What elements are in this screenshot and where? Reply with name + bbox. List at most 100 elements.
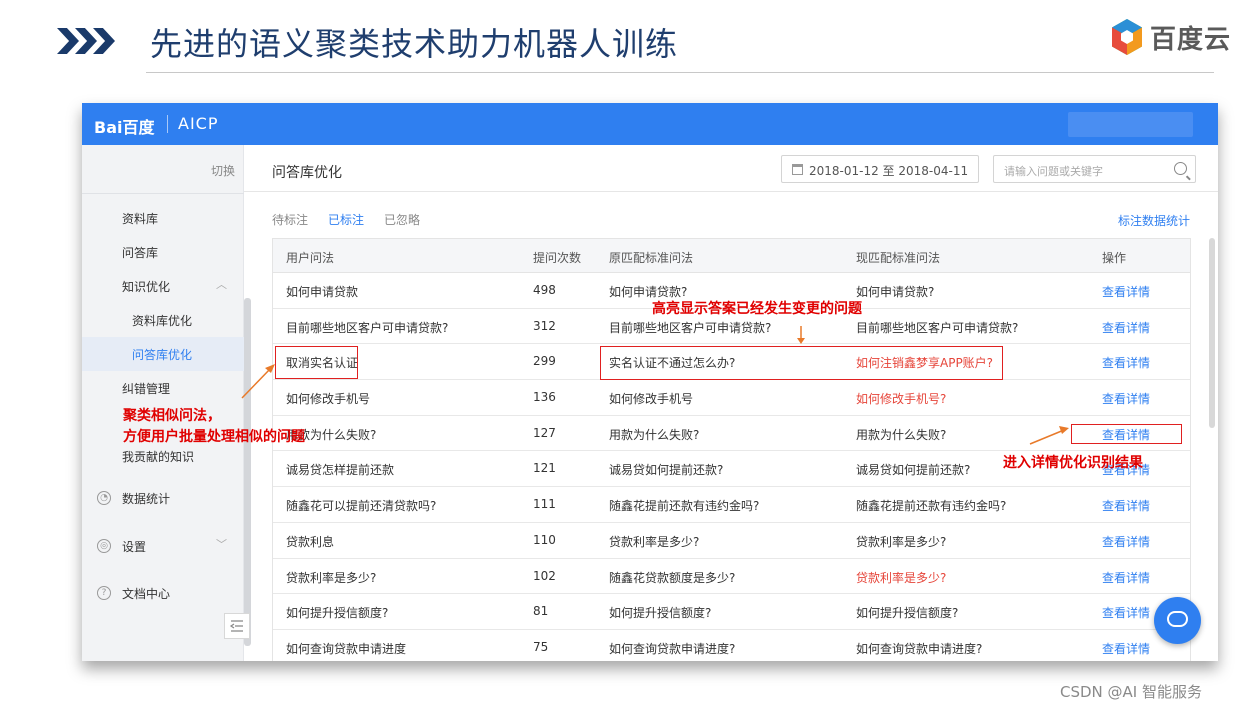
count-cell: 102	[533, 568, 556, 583]
sidebar-item-qa-optimization[interactable]: 问答库优化	[132, 346, 192, 363]
watermark: CSDN @AI 智能服务	[1060, 683, 1202, 701]
chevron-down-icon[interactable]: ﹀	[216, 536, 227, 552]
chevrons-icon	[57, 28, 115, 54]
search-placeholder: 请输入问题或关键字	[1004, 165, 1103, 178]
count-cell: 81	[533, 604, 549, 619]
current-match-cell: 如何查询贷款申请进度?	[856, 641, 983, 656]
calendar-icon	[792, 164, 803, 175]
sidebar-item-docs[interactable]: 文档中心	[122, 585, 170, 602]
current-match-cell: 用款为什么失败?	[856, 427, 947, 442]
user-question-cell: 贷款利率是多少?	[286, 570, 377, 585]
sidebar-item-knowledge-optimization[interactable]: 知识优化	[122, 278, 170, 295]
sidebar-divider	[82, 193, 244, 194]
original-match-cell: 诚易贷如何提前还款?	[609, 463, 724, 478]
stats-icon: ◔	[97, 491, 111, 505]
current-match-cell: 如何申请贷款?	[856, 285, 935, 299]
slide-title: 先进的语义聚类技术助力机器人训练	[150, 25, 679, 63]
annotation-detail-text: 进入详情优化识别结果	[1003, 455, 1143, 471]
original-match-cell: 目前哪些地区客户可申请贷款?	[609, 320, 772, 335]
annotation-box-match-change	[600, 346, 1003, 380]
table-row: 贷款利率是多少? 102 随鑫花贷款额度是多少? 贷款利率是多少? 查看详情	[273, 559, 1190, 595]
sidebar-item-settings[interactable]: 设置	[122, 538, 146, 555]
view-detail-link[interactable]: 查看详情	[1102, 604, 1150, 621]
current-match-cell: 诚易贷如何提前还款?	[856, 463, 971, 478]
table-row: 如何查询贷款申请进度 75 如何查询贷款申请进度? 如何查询贷款申请进度? 查看详情	[273, 630, 1190, 661]
table-row: 贷款利息 110 贷款利率是多少? 贷款利率是多少? 查看详情	[273, 523, 1190, 559]
sidebar-scrollbar[interactable]	[244, 298, 251, 646]
tab-pending[interactable]: 待标注	[272, 211, 308, 228]
user-question-cell: 贷款利息	[286, 534, 335, 549]
sidebar-item-materials[interactable]: 资料库	[122, 210, 158, 227]
chat-button[interactable]	[1154, 597, 1201, 644]
brand-separator	[167, 115, 168, 133]
label-stats-link[interactable]: 标注数据统计	[1118, 212, 1190, 229]
page-title: 问答库优化	[272, 165, 342, 181]
date-range-picker[interactable]: 2018-01-12 至 2018-04-11	[781, 155, 979, 183]
chat-bubble-icon	[1167, 611, 1188, 627]
user-question-cell: 如何查询贷款申请进度	[286, 641, 407, 656]
header-divider	[244, 191, 1218, 192]
switch-button[interactable]: 切换	[211, 162, 235, 179]
annotation-highlight-text: 高亮显示答案已经发生变更的问题	[652, 301, 862, 317]
view-detail-link[interactable]: 查看详情	[1102, 533, 1150, 550]
count-cell: 312	[533, 318, 556, 333]
collapse-sidebar-icon[interactable]	[224, 613, 250, 639]
search-icon[interactable]	[1174, 162, 1187, 175]
count-cell: 498	[533, 283, 556, 297]
slide: 先进的语义聚类技术助力机器人训练 百度云 Bai百度 AICP 切换 资料库 问…	[0, 0, 1248, 708]
view-detail-link[interactable]: 查看详情	[1102, 283, 1150, 300]
current-match-cell: 贷款利率是多少?	[856, 570, 947, 585]
view-detail-link[interactable]: 查看详情	[1102, 640, 1150, 657]
tab-ignored[interactable]: 已忽略	[384, 211, 420, 228]
view-detail-link[interactable]: 查看详情	[1102, 569, 1150, 586]
sidebar-item-statistics[interactable]: 数据统计	[122, 490, 170, 507]
count-cell: 299	[533, 354, 556, 369]
view-detail-link[interactable]: 查看详情	[1102, 354, 1150, 371]
tab-labeled[interactable]: 已标注	[328, 211, 364, 228]
sidebar-item-materials-optimization[interactable]: 资料库优化	[132, 312, 192, 329]
view-detail-link[interactable]: 查看详情	[1102, 319, 1150, 336]
view-detail-link[interactable]: 查看详情	[1102, 390, 1150, 407]
table-row: 如何提升授信额度? 81 如何提升授信额度? 如何提升授信额度? 查看详情	[273, 594, 1190, 630]
product-name: AICP	[178, 114, 219, 133]
current-match-cell: 目前哪些地区客户可申请贷款?	[856, 320, 1019, 335]
brand-logo[interactable]: Bai百度	[94, 114, 154, 138]
top-bar: Bai百度 AICP	[82, 103, 1218, 145]
count-cell: 127	[533, 425, 556, 440]
header-actions: 操作	[1102, 251, 1127, 265]
count-cell: 136	[533, 390, 556, 405]
logo-text: 百度云	[1150, 24, 1232, 55]
annotation-cluster-line1: 聚类相似问法，	[123, 408, 221, 424]
settings-icon: ◎	[97, 539, 111, 553]
original-match-cell: 用款为什么失败?	[609, 427, 700, 442]
count-cell: 111	[533, 497, 556, 512]
chevron-up-icon[interactable]: ︿	[216, 276, 227, 292]
count-cell: 110	[533, 532, 556, 547]
header-count: 提问次数	[533, 251, 582, 265]
user-question-cell: 诚易贷怎样提前还款	[286, 463, 395, 478]
sidebar: 切换 资料库 问答库 知识优化 ︿ 资料库优化 问答库优化 纠错管理 我贡献的知…	[82, 145, 244, 661]
search-input[interactable]: 请输入问题或关键字	[993, 155, 1196, 183]
table-row: 用款为什么失败? 127 用款为什么失败? 用款为什么失败? 查看详情	[273, 416, 1190, 452]
title-divider	[146, 72, 1214, 73]
header-current-match: 现匹配标准问法	[856, 251, 941, 265]
help-icon: ?	[97, 586, 111, 600]
annotation-box-detail-link	[1071, 424, 1182, 444]
table-row: 如何修改手机号 136 如何修改手机号 如何修改手机号? 查看详情	[273, 380, 1190, 416]
view-detail-link[interactable]: 查看详情	[1102, 497, 1150, 514]
user-question-cell: 如何修改手机号	[286, 392, 371, 407]
header-original-match: 原匹配标准问法	[609, 251, 694, 265]
original-match-cell: 如何查询贷款申请进度?	[609, 641, 736, 656]
table-scrollbar[interactable]	[1209, 238, 1215, 428]
table-header: 用户问法 提问次数 原匹配标准问法 现匹配标准问法 操作	[273, 238, 1190, 273]
current-match-cell: 随鑫花提前还款有违约金吗?	[856, 499, 1007, 514]
annotation-box-user-question	[275, 346, 358, 379]
user-menu[interactable]	[1068, 112, 1193, 137]
sidebar-item-error-correction[interactable]: 纠错管理	[122, 380, 170, 397]
current-match-cell: 贷款利率是多少?	[856, 534, 947, 549]
user-question-cell: 目前哪些地区客户可申请贷款?	[286, 320, 449, 335]
sidebar-item-my-contributions[interactable]: 我贡献的知识	[122, 448, 194, 465]
table-row: 随鑫花可以提前还清贷款吗? 111 随鑫花提前还款有违约金吗? 随鑫花提前还款有违约金…	[273, 487, 1190, 523]
original-match-cell: 如何修改手机号	[609, 392, 694, 407]
sidebar-item-qa-library[interactable]: 问答库	[122, 244, 158, 261]
